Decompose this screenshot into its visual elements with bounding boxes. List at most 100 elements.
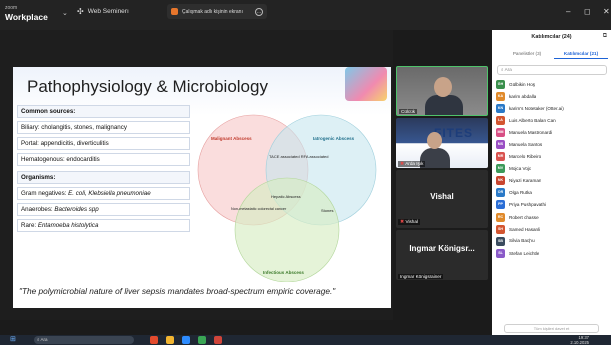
mic-muted-icon: ✖ [400,219,405,225]
minimize-button[interactable]: – [566,7,570,16]
participant-avatar: LA [496,115,505,125]
video-tile-speaker[interactable]: Cülcük [396,66,488,116]
rare-species: Entamoeba histolytica [37,222,99,229]
video-tile-arda[interactable]: FITES ✖ Arda Işık [396,118,488,168]
speaker-body [425,95,463,115]
mic-muted-icon: ✖ [400,161,405,167]
taskbar-office-icon[interactable] [214,336,222,344]
venn-label-iatrogenic: Iatrogenic Abscess [313,136,355,141]
video-tile-vishal[interactable]: Vishal ✖ Vishal [396,170,488,228]
participant-list: GH Gülbikin Hoş KA karim abdalla KN karim's N… [496,78,608,259]
brand-name: Workplace [5,12,48,22]
webinar-icon: ✣ [77,7,84,16]
anaerobes-species: Bacteroides spp [54,206,99,213]
participant-name: Marcelo Ribeiro [509,154,542,160]
clock-date: 2.10.2025 [570,340,589,345]
participant-item[interactable]: NK Niyazi Karaman [496,175,608,187]
search-placeholder: Ara [504,67,512,72]
gram-prefix: Gram negatives: [21,190,69,197]
participant-item[interactable]: GH Gülbikin Hoş [496,78,608,90]
participant-item[interactable]: MV Mojca Vojc [496,163,608,175]
source-hematogenous: Hematogenous: endocarditis [17,153,190,166]
participant-name: Manuela Mastronardi [509,129,553,135]
venn-label-tace: TACE associated RFA associated [269,154,329,159]
participant-name: Robert chasse [509,214,539,220]
tile-name-ingmar: Ingmar Königsrainer [398,274,444,279]
invite-all-button[interactable]: Tüm kişileri davet et [504,324,599,333]
slide-quote: "The polymicrobial nature of liver sepsi… [19,286,336,296]
shared-screen-area: Pathophysiology & Microbiology Common so… [0,30,393,320]
participant-avatar: NK [496,176,505,186]
sources-header: Common sources: [17,105,190,118]
source-portal: Portal: appendicitis, diverticulitis [17,137,190,150]
participant-avatar: SL [496,248,505,258]
participant-item[interactable]: SB Silvia Bacիu [496,235,608,247]
tab-panelists[interactable]: Panelistler (3) [500,48,554,59]
participant-avatar: SB [496,236,505,246]
participant-item[interactable]: MS Manuela Santos [496,138,608,150]
zoom-logo: zoom Workplace [5,4,48,22]
search-icon: ⌕ [37,337,40,342]
participant-avatar: RC [496,212,505,222]
participant-name: Olga Rutka [509,190,532,196]
panel-header-icons: ⧉ [603,33,607,40]
taskbar-zoom-icon[interactable] [182,336,190,344]
venn-label-hepatic: Hepatic Abscess [271,194,301,199]
participant-avatar: PP [496,200,505,210]
participant-search-input[interactable]: ⌕ Ara [497,65,607,75]
participant-item[interactable]: RC Robert chasse [496,211,608,223]
taskbar-search-input[interactable]: ⌕ Ara [34,336,134,344]
participant-item[interactable]: OR Olga Rutka [496,187,608,199]
tile-name-vishal-text: Vishal [405,219,418,224]
restore-button[interactable]: ◻ [584,7,591,16]
participant-name: Priya Pushpavathi [509,202,547,208]
participant-name: karim abdalla [509,93,537,99]
webinar-menu[interactable]: ✣ Web Seminerı [77,7,129,16]
tab-attendees[interactable]: Katılımcılar (21) [554,48,608,59]
participant-avatar: MS [496,140,505,150]
rare-prefix: Rare: [21,222,38,229]
taskbar-folder-icon[interactable] [166,336,174,344]
video-tile-ingmar[interactable]: Ingmar Königsr... Ingmar Königsrainer [396,230,488,280]
participant-name: Niyazi Karaman [509,178,542,184]
participant-tabs: Panelistler (3) Katılımcılar (21) [500,48,608,59]
venn-label-stones: Stones [321,208,333,213]
taskbar-app-icon[interactable] [150,336,158,344]
participant-item[interactable]: LA Luis Alberto Balan Can [496,114,608,126]
participants-title: Katılımcılar (24) [531,34,572,40]
participant-item[interactable]: KA karim abdalla [496,90,608,102]
source-biliary: Biliary: cholangitis, stones, malignancy [17,121,190,134]
taskbar-search-text: Ara [40,337,48,342]
participant-name: Manuela Santos [509,142,543,148]
windows-start-icon[interactable]: ⊞ [10,336,16,344]
participant-name: Gülbikin Hoş [509,81,536,87]
participant-avatar: MV [496,164,505,174]
taskbar-clock[interactable]: 19:37 2.10.2025 [570,335,589,345]
title-bar: zoom Workplace ⌄ ✣ Web Seminerı Çalışmak… [0,0,611,30]
close-button[interactable]: ✕ [603,7,610,16]
anaerobes-prefix: Anaerobes: [21,206,55,213]
participant-name: karim's Notetaker (Otter.ai) [509,105,564,111]
webinar-label: Web Seminerı [87,8,129,15]
participant-item[interactable]: SL Stefan Leichtle [496,247,608,259]
view-options-icon[interactable]: … [255,7,263,16]
participant-name: Mojca Vojc [509,166,532,172]
slide-title: Pathophysiology & Microbiology [27,77,268,96]
participant-item[interactable]: KN karim's Notetaker (Otter.ai) [496,102,608,114]
participant-item[interactable]: PP Priya Pushpavathi [496,199,608,211]
organisms-header: Organisms: [17,171,190,184]
chevron-down-icon[interactable]: ⌄ [62,9,68,17]
participant-avatar: OR [496,188,505,198]
organism-anaerobes: Anaerobes: Bacteroides spp [17,203,190,216]
popout-icon[interactable]: ⧉ [603,33,607,39]
screen-share-tab[interactable]: Çalışmak adlı kişinin ekranı … [167,4,267,19]
participant-name: Luis Alberto Balan Can [509,117,556,123]
tile-name-speaker: Cülcük [399,109,418,114]
participant-name: Samed Hasanli [509,226,541,232]
venn-label-infectious: Infectious Abscess [263,270,304,275]
share-screen-icon [171,8,178,15]
participant-item[interactable]: MR Marcelo Ribeiro [496,151,608,163]
participant-item[interactable]: MM Manuela Mastronardi [496,126,608,138]
participant-item[interactable]: SH Samed Hasanli [496,223,608,235]
taskbar-chrome-icon[interactable] [198,336,206,344]
